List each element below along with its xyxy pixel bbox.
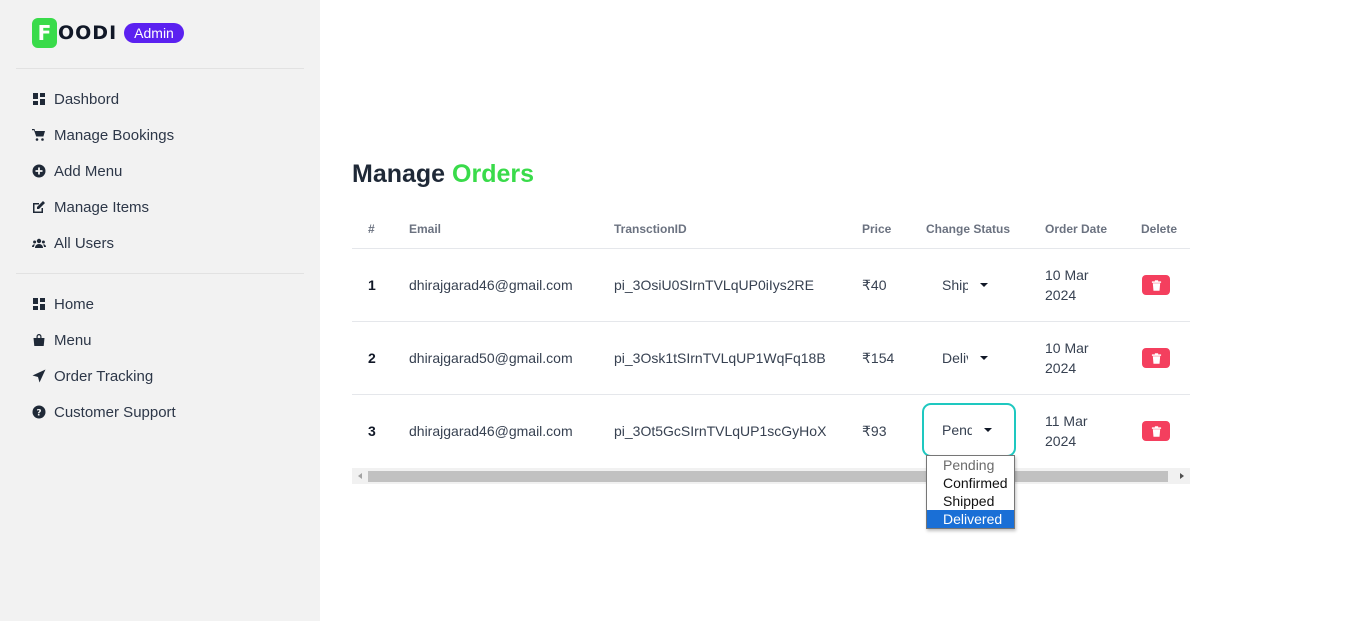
scroll-right-arrow-icon[interactable]	[1180, 473, 1184, 479]
sidebar-item-label: Manage Items	[54, 198, 150, 216]
row-order-date-year: 2024	[1045, 287, 1077, 303]
row-transaction-id: pi_3Ot5GcSIrnTVLqUP1scGyHoX	[614, 423, 827, 439]
row-order-date-day: 10 Mar	[1045, 340, 1089, 356]
row-email: dhirajgarad46@gmail.com	[409, 423, 573, 439]
logo-mark: F	[32, 18, 57, 48]
row-price: ₹154	[862, 350, 895, 366]
delete-button[interactable]	[1142, 421, 1170, 441]
row-order-date-year: 2024	[1045, 360, 1077, 376]
header-transaction-id: TransctionID	[614, 222, 687, 236]
row-order-date-day: 11 Mar	[1045, 413, 1088, 429]
question-circle-icon: ?	[32, 405, 46, 419]
sidebar-item-manage-bookings[interactable]: Manage Bookings	[32, 123, 174, 147]
dropdown-option-shipped[interactable]: Shipped	[927, 492, 1014, 510]
dashboard-icon	[32, 297, 46, 311]
row-number: 1	[368, 277, 376, 293]
scrollbar-thumb[interactable]	[368, 471, 1168, 482]
svg-text:?: ?	[36, 408, 41, 418]
sidebar-item-label: All Users	[54, 234, 115, 252]
sidebar-item-home[interactable]: Home	[32, 292, 94, 316]
plus-circle-icon	[32, 164, 46, 178]
sidebar-item-menu[interactable]: Menu	[32, 328, 92, 352]
row-order-date-day: 10 Mar	[1045, 267, 1089, 283]
page-title: Manage Orders	[352, 160, 534, 189]
status-select[interactable]: Delivered	[924, 340, 988, 376]
sidebar-item-manage-items[interactable]: Manage Items	[32, 195, 149, 219]
dashboard-icon	[32, 92, 46, 106]
sidebar: F OODI Admin Dashbord Manage Bookings Ad…	[0, 0, 320, 621]
row-email: dhirajgarad50@gmail.com	[409, 350, 573, 366]
status-select-focused[interactable]: Pending	[922, 403, 1016, 457]
page-title-prefix: Manage	[352, 160, 446, 188]
header-number: #	[368, 222, 375, 236]
shopping-bag-icon	[32, 333, 46, 347]
trash-icon	[1151, 352, 1161, 364]
logo-text: OODI	[58, 22, 118, 44]
sidebar-item-all-users[interactable]: All Users	[32, 231, 114, 255]
row-number: 3	[368, 423, 376, 439]
delete-button[interactable]	[1142, 275, 1170, 295]
row-price: ₹93	[862, 423, 887, 439]
header-email: Email	[409, 222, 442, 236]
sidebar-item-label: Customer Support	[54, 403, 176, 421]
row-number: 2	[368, 350, 376, 366]
caret-down-icon	[984, 428, 992, 432]
delete-button[interactable]	[1142, 348, 1170, 368]
sidebar-item-label: Menu	[54, 331, 92, 349]
row-transaction-id: pi_3Osk1tSIrnTVLqUP1WqFq18B	[614, 350, 826, 366]
sidebar-item-label: Order Tracking	[54, 367, 154, 385]
cart-icon	[32, 128, 46, 142]
trash-icon	[1151, 279, 1161, 291]
row-order-date: 10 Mar 2024	[1045, 338, 1089, 378]
row-divider	[352, 394, 1190, 395]
sidebar-item-label: Dashbord	[54, 90, 120, 108]
sidebar-divider	[16, 273, 304, 274]
row-order-date-year: 2024	[1045, 433, 1077, 449]
trash-icon	[1151, 425, 1161, 437]
row-price: ₹40	[862, 277, 887, 293]
row-transaction-id: pi_3OsiU0SIrnTVLqUP0iIys2RE	[614, 277, 814, 293]
scroll-left-arrow-icon[interactable]	[358, 473, 362, 479]
status-select[interactable]: Shipped	[924, 267, 988, 303]
status-select-value: Delivered	[942, 350, 968, 366]
sidebar-item-order-tracking[interactable]: Order Tracking	[32, 364, 153, 388]
status-select-value: Shipped	[942, 277, 968, 293]
sidebar-item-label: Manage Bookings	[54, 126, 175, 144]
dropdown-option-confirmed[interactable]: Confirmed	[927, 474, 1014, 492]
sidebar-item-label: Add Menu	[54, 162, 123, 180]
status-dropdown-list: Pending Confirmed Shipped Delivered	[926, 455, 1015, 529]
sidebar-item-add-menu[interactable]: Add Menu	[32, 159, 122, 183]
location-arrow-icon	[32, 369, 46, 383]
dropdown-option-delivered[interactable]: Delivered	[927, 510, 1014, 528]
row-email: dhirajgarad46@gmail.com	[409, 277, 573, 293]
row-order-date: 11 Mar 2024	[1045, 411, 1088, 451]
sidebar-item-label: Home	[54, 295, 95, 313]
header-price: Price	[862, 222, 892, 236]
caret-down-icon	[980, 283, 988, 287]
dropdown-option-pending[interactable]: Pending	[927, 456, 1014, 474]
edit-icon	[32, 200, 46, 214]
row-order-date: 10 Mar 2024	[1045, 265, 1089, 305]
header-order-date: Order Date	[1045, 222, 1108, 236]
sidebar-item-dashboard[interactable]: Dashbord	[32, 87, 119, 111]
header-change-status: Change Status	[926, 222, 1011, 236]
caret-down-icon	[980, 356, 988, 360]
header-delete: Delete	[1141, 222, 1178, 236]
row-divider	[352, 248, 1190, 249]
horizontal-scrollbar[interactable]	[352, 468, 1190, 484]
page-title-accent: Orders	[452, 160, 535, 188]
status-select-value: Pending	[942, 422, 972, 438]
users-icon	[32, 236, 46, 250]
brand-logo[interactable]: F OODI Admin	[32, 18, 184, 48]
admin-badge: Admin	[124, 23, 184, 43]
sidebar-divider	[16, 68, 304, 69]
sidebar-item-customer-support[interactable]: ? Customer Support	[32, 400, 176, 424]
row-divider	[352, 321, 1190, 322]
